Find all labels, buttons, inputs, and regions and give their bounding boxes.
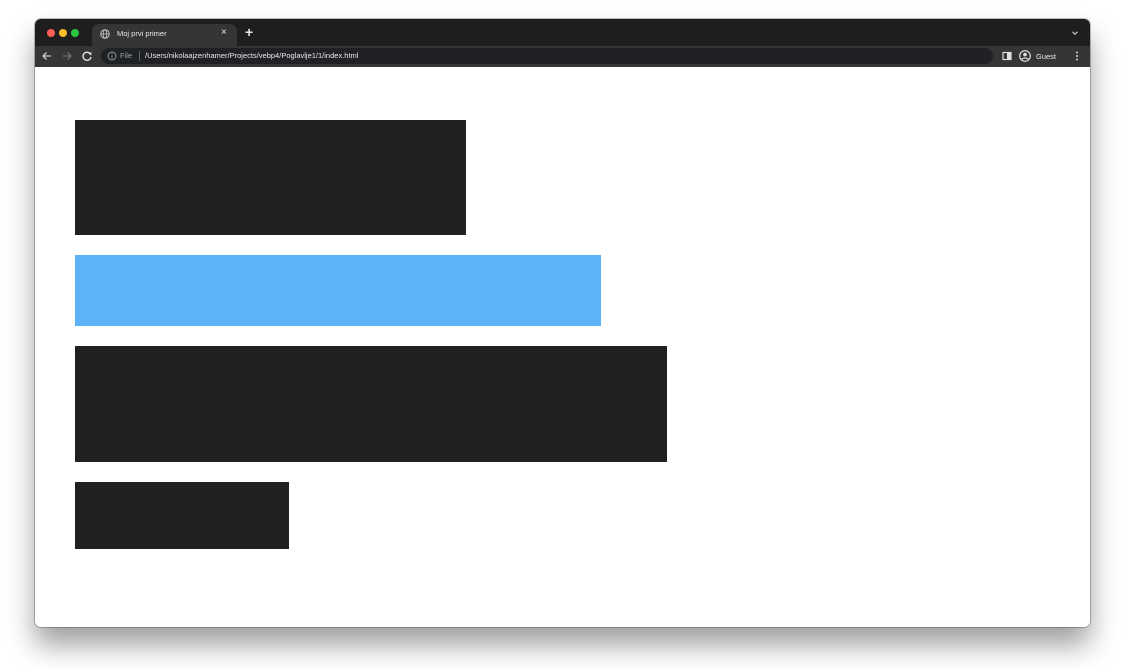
- tab-strip: Moj prvi primer × +: [35, 19, 1090, 46]
- reload-icon[interactable]: [80, 49, 94, 63]
- tab-close-icon[interactable]: ×: [221, 27, 227, 39]
- tab-active[interactable]: Moj prvi primer ×: [92, 24, 237, 46]
- content-block-3: [75, 346, 667, 462]
- url-text[interactable]: /Users/nikolaajzenhamer/Projects/vebp4/P…: [145, 51, 358, 60]
- page-viewport: [35, 67, 1090, 627]
- arrow-right-icon[interactable]: [60, 49, 74, 63]
- globe-icon: [100, 29, 110, 39]
- close-window-icon[interactable]: [47, 29, 55, 37]
- kebab-menu-icon[interactable]: [1070, 49, 1084, 63]
- new-tab-button[interactable]: +: [245, 25, 253, 39]
- side-panel-icon[interactable]: [1000, 49, 1014, 63]
- url-scheme-label: File: [120, 51, 133, 60]
- browser-window: Moj prvi primer × + File /Users/nikolaaj…: [35, 19, 1090, 627]
- address-bar[interactable]: File /Users/nikolaajzenhamer/Projects/ve…: [101, 48, 993, 64]
- minimize-window-icon[interactable]: [59, 29, 67, 37]
- content-block-4: [75, 482, 289, 549]
- zoom-window-icon[interactable]: [71, 29, 79, 37]
- browser-toolbar: File /Users/nikolaajzenhamer/Projects/ve…: [35, 46, 1090, 67]
- content-block-2: [75, 255, 601, 326]
- profile-label[interactable]: Guest: [1036, 52, 1056, 61]
- profile-icon[interactable]: [1018, 49, 1032, 63]
- info-icon[interactable]: [107, 51, 117, 61]
- arrow-left-icon[interactable]: [40, 49, 54, 63]
- chevron-down-icon[interactable]: [1070, 28, 1080, 38]
- url-separator: [139, 51, 140, 61]
- tab-title: Moj prvi primer: [117, 29, 167, 38]
- content-block-1: [75, 120, 466, 235]
